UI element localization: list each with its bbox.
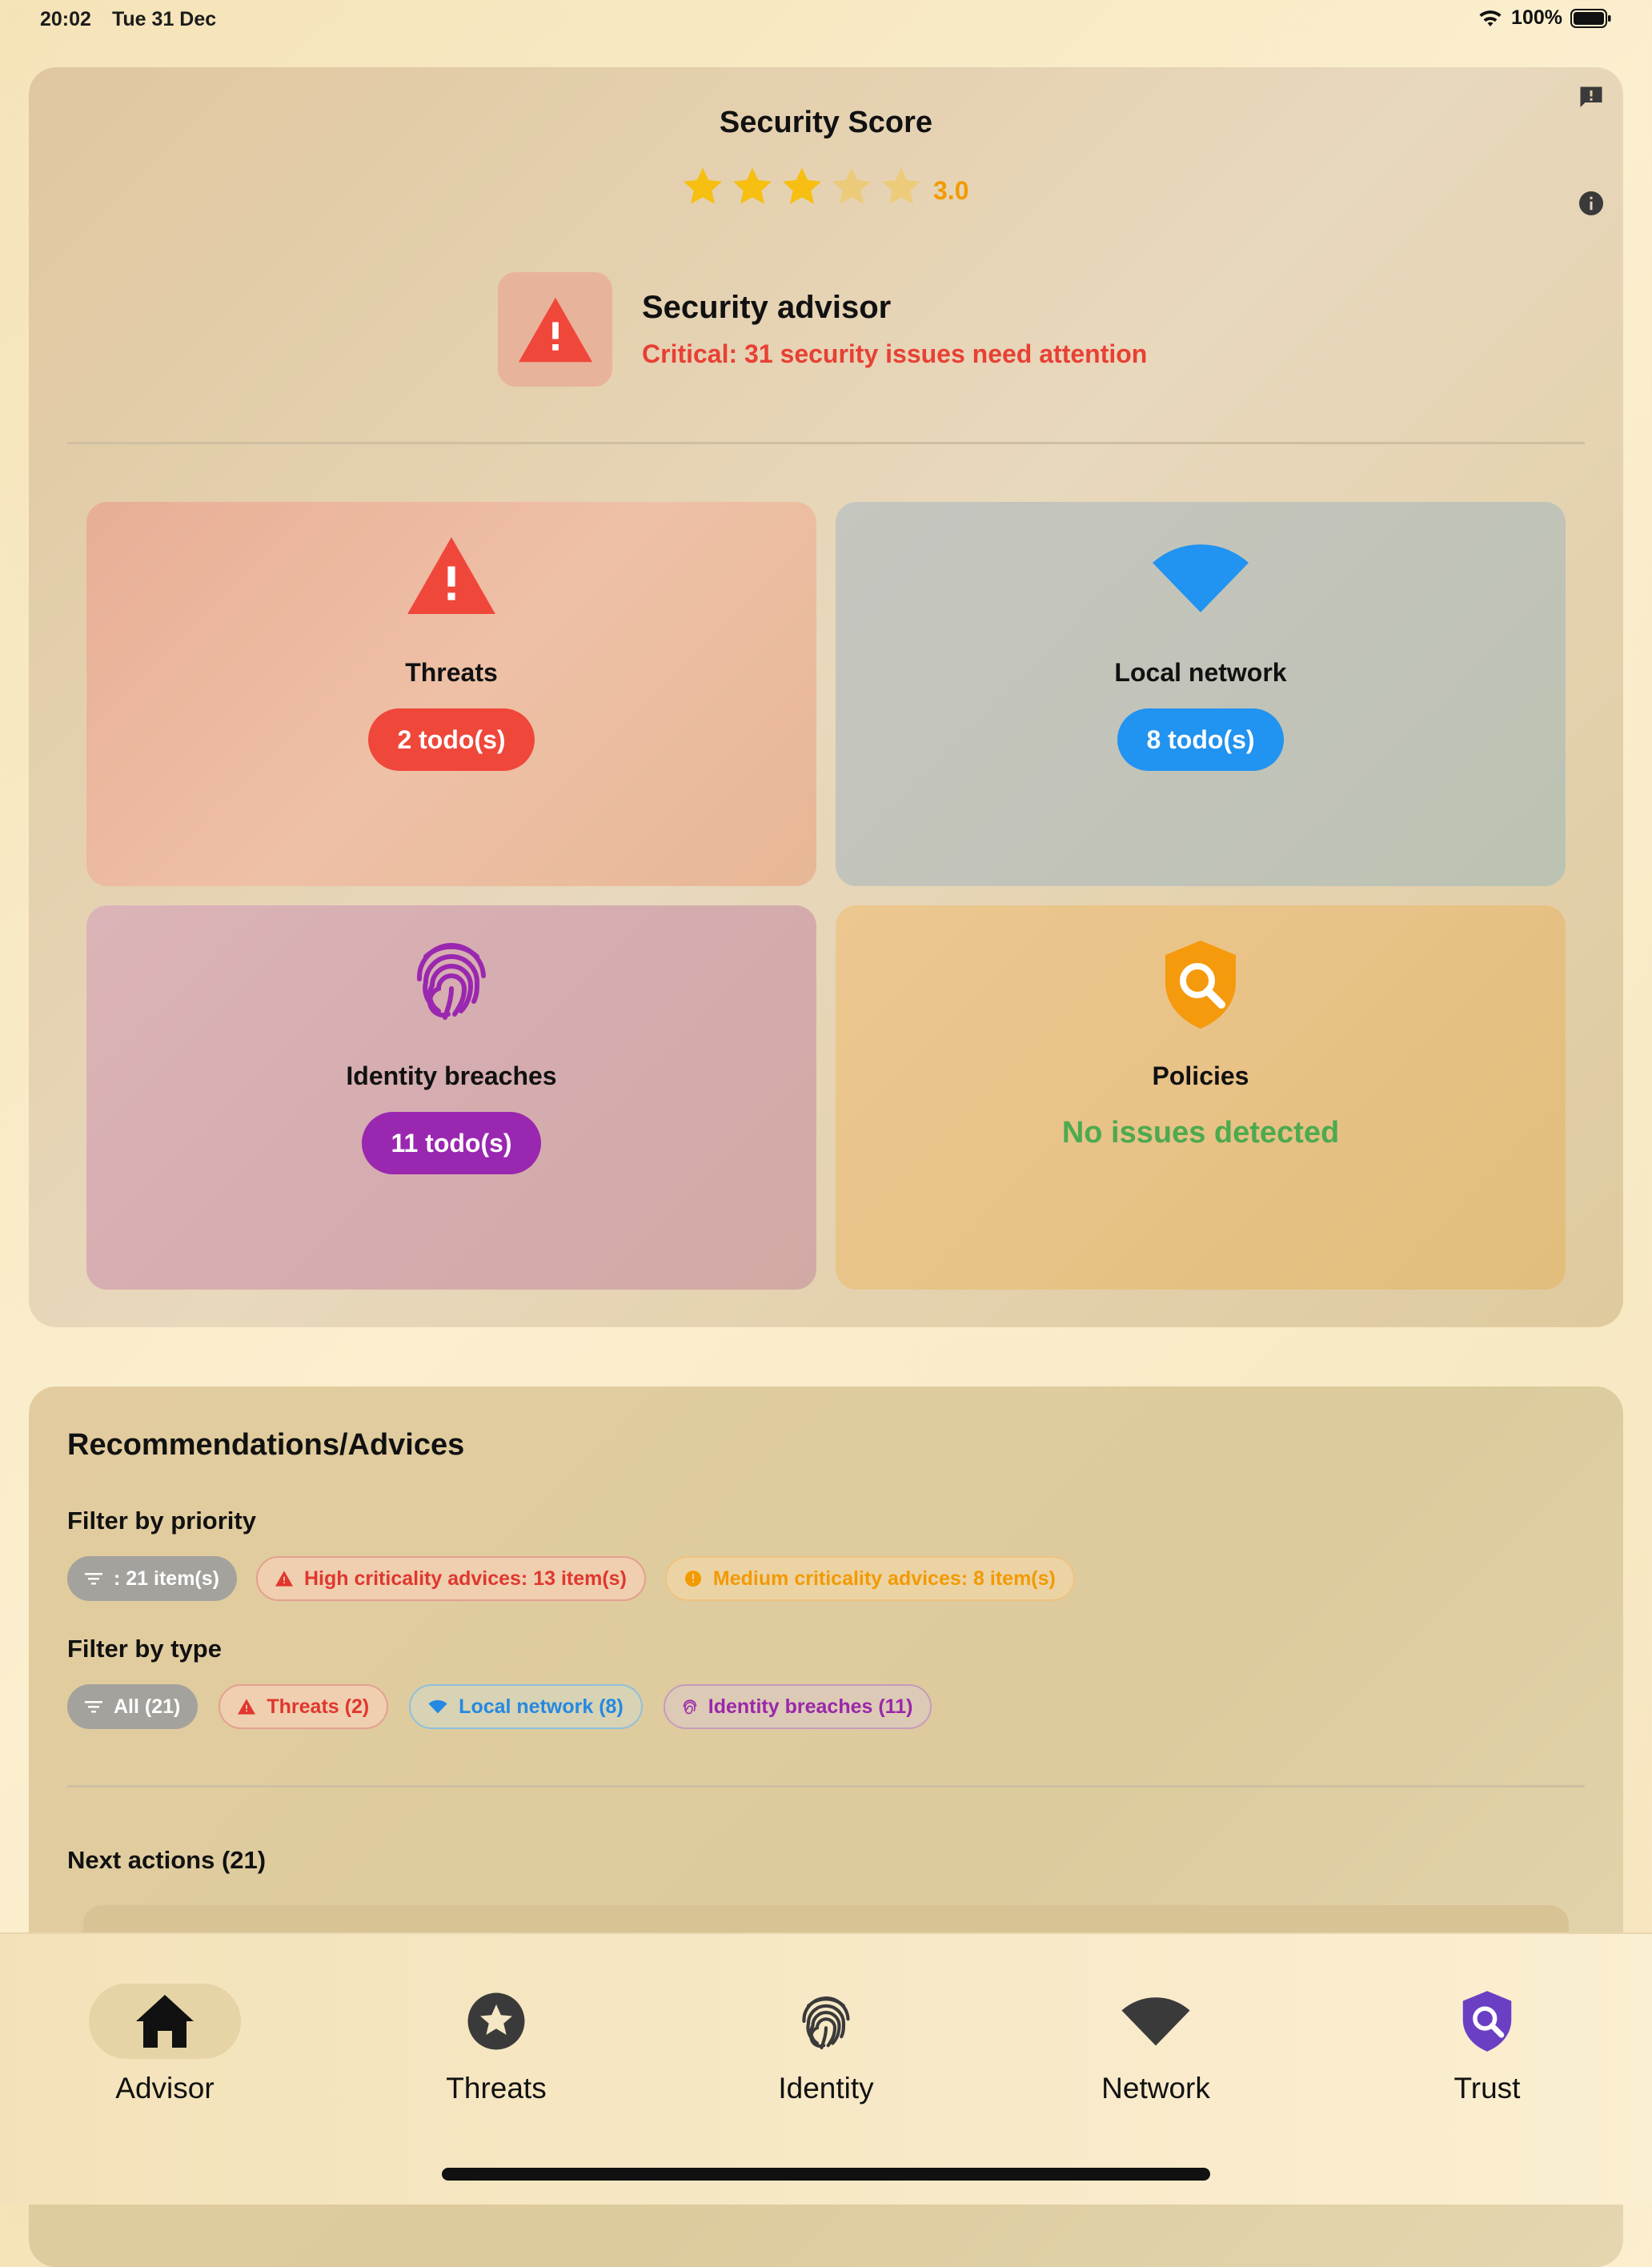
fingerprint-icon bbox=[416, 943, 486, 1020]
home-indicator bbox=[442, 2168, 1210, 2181]
nav-label-threats: Threats bbox=[446, 2072, 547, 2104]
info-icon bbox=[1579, 191, 1603, 215]
priority-filter-chips: : 21 item(s) High criticality advices: 1… bbox=[67, 1556, 1075, 1601]
type-filter-chips: All (21) Threats (2) Local network (8) I… bbox=[67, 1684, 932, 1729]
threats-todo-badge[interactable]: 2 todo(s) bbox=[368, 708, 535, 771]
star-circle-icon bbox=[467, 1992, 525, 2050]
advisor-divider bbox=[67, 442, 1585, 444]
wifi-icon bbox=[1121, 1997, 1190, 2046]
warning-triangle-icon bbox=[407, 537, 495, 614]
fingerprint-icon bbox=[802, 1996, 850, 2050]
next-actions-heading: Next actions (21) bbox=[67, 1846, 267, 1874]
type-chip-all[interactable]: All (21) bbox=[67, 1684, 198, 1729]
nav-tab-network[interactable]: Network bbox=[1036, 1984, 1276, 2105]
status-time: 20:02 bbox=[40, 8, 91, 30]
identity-breaches-todo-badge[interactable]: 11 todo(s) bbox=[362, 1112, 541, 1174]
nav-tab-threats[interactable]: Threats bbox=[376, 1984, 616, 2105]
star-icon bbox=[832, 167, 872, 204]
warning-triangle-icon bbox=[238, 1699, 256, 1715]
battery-percent: 100% bbox=[1511, 6, 1562, 29]
type-chip-identity-breaches-label: Identity breaches (11) bbox=[708, 1695, 913, 1718]
filter-icon bbox=[85, 1573, 102, 1585]
type-chip-threats-label: Threats (2) bbox=[267, 1695, 370, 1718]
filter-priority-label: Filter by priority bbox=[67, 1507, 256, 1535]
identity-breaches-tile-title: Identity breaches bbox=[346, 1061, 557, 1090]
threats-tile[interactable]: Threats 2 todo(s) bbox=[86, 502, 816, 886]
advisor-title: Security advisor bbox=[642, 290, 892, 325]
wifi-icon bbox=[428, 1699, 447, 1714]
priority-chip-medium[interactable]: Medium criticality advices: 8 item(s) bbox=[664, 1556, 1075, 1601]
type-chip-all-label: All (21) bbox=[114, 1695, 181, 1718]
nav-label-identity: Identity bbox=[778, 2072, 874, 2104]
priority-chip-medium-label: Medium criticality advices: 8 item(s) bbox=[712, 1567, 1056, 1590]
nav-tab-advisor[interactable]: Advisor bbox=[45, 1984, 285, 2105]
status-indicators: 100% bbox=[1478, 6, 1612, 30]
filter-icon bbox=[85, 1701, 102, 1713]
star-icon bbox=[683, 167, 723, 204]
battery-icon bbox=[1570, 8, 1611, 28]
info-button[interactable] bbox=[1577, 189, 1606, 222]
wifi-status-icon bbox=[1479, 10, 1502, 26]
nav-tab-identity[interactable]: Identity bbox=[706, 1984, 946, 2105]
policies-tile-title: Policies bbox=[1152, 1061, 1249, 1090]
type-chip-local-network[interactable]: Local network (8) bbox=[409, 1684, 643, 1729]
priority-chip-all-label: : 21 item(s) bbox=[114, 1567, 219, 1590]
security-score-title: Security Score bbox=[719, 106, 933, 139]
priority-chip-high[interactable]: High criticality advices: 13 item(s) bbox=[255, 1556, 646, 1601]
security-score-stars bbox=[680, 165, 924, 210]
policies-status: No issues detected bbox=[1061, 1116, 1340, 1150]
shield-search-icon bbox=[1462, 1991, 1512, 2052]
info-circle-icon bbox=[684, 1571, 701, 1587]
recommendations-title: Recommendations/Advices bbox=[67, 1428, 465, 1462]
type-chip-local-network-label: Local network (8) bbox=[459, 1695, 624, 1718]
priority-chip-all[interactable]: : 21 item(s) bbox=[67, 1556, 237, 1601]
shield-search-icon bbox=[1165, 941, 1236, 1029]
recommendations-divider bbox=[67, 1785, 1585, 1788]
nav-tab-trust[interactable]: Trust bbox=[1367, 1984, 1607, 2105]
type-chip-threats[interactable]: Threats (2) bbox=[219, 1684, 389, 1729]
threats-tile-title: Threats bbox=[405, 658, 498, 687]
nav-label-trust: Trust bbox=[1454, 2072, 1521, 2104]
local-network-tile-title: Local network bbox=[1114, 658, 1287, 687]
advisor-critical-summary: Critical: 31 security issues need attent… bbox=[642, 339, 1148, 368]
home-icon bbox=[136, 1995, 194, 2048]
security-score-value: 3.0 bbox=[933, 176, 969, 205]
warning-triangle-icon bbox=[275, 1571, 293, 1587]
star-icon bbox=[782, 167, 822, 204]
type-chip-identity-breaches[interactable]: Identity breaches (11) bbox=[663, 1684, 932, 1729]
status-date: Tue 31 Dec bbox=[112, 8, 217, 30]
policies-tile[interactable]: Policies No issues detected bbox=[836, 905, 1566, 1290]
priority-chip-high-label: High criticality advices: 13 item(s) bbox=[303, 1567, 627, 1590]
wifi-icon bbox=[1153, 544, 1249, 612]
local-network-tile[interactable]: Local network 8 todo(s) bbox=[836, 502, 1566, 886]
nav-label-advisor: Advisor bbox=[115, 2072, 215, 2104]
star-icon bbox=[881, 167, 921, 204]
filter-type-label: Filter by type bbox=[67, 1635, 222, 1663]
nav-label-network: Network bbox=[1101, 2072, 1210, 2104]
advisor-alert-badge bbox=[498, 272, 612, 387]
local-network-todo-badge[interactable]: 8 todo(s) bbox=[1117, 708, 1284, 771]
fingerprint-icon bbox=[683, 1699, 697, 1715]
identity-breaches-tile[interactable]: Identity breaches 11 todo(s) bbox=[86, 905, 816, 1290]
star-icon bbox=[732, 167, 772, 204]
warning-triangle-icon bbox=[518, 297, 592, 362]
